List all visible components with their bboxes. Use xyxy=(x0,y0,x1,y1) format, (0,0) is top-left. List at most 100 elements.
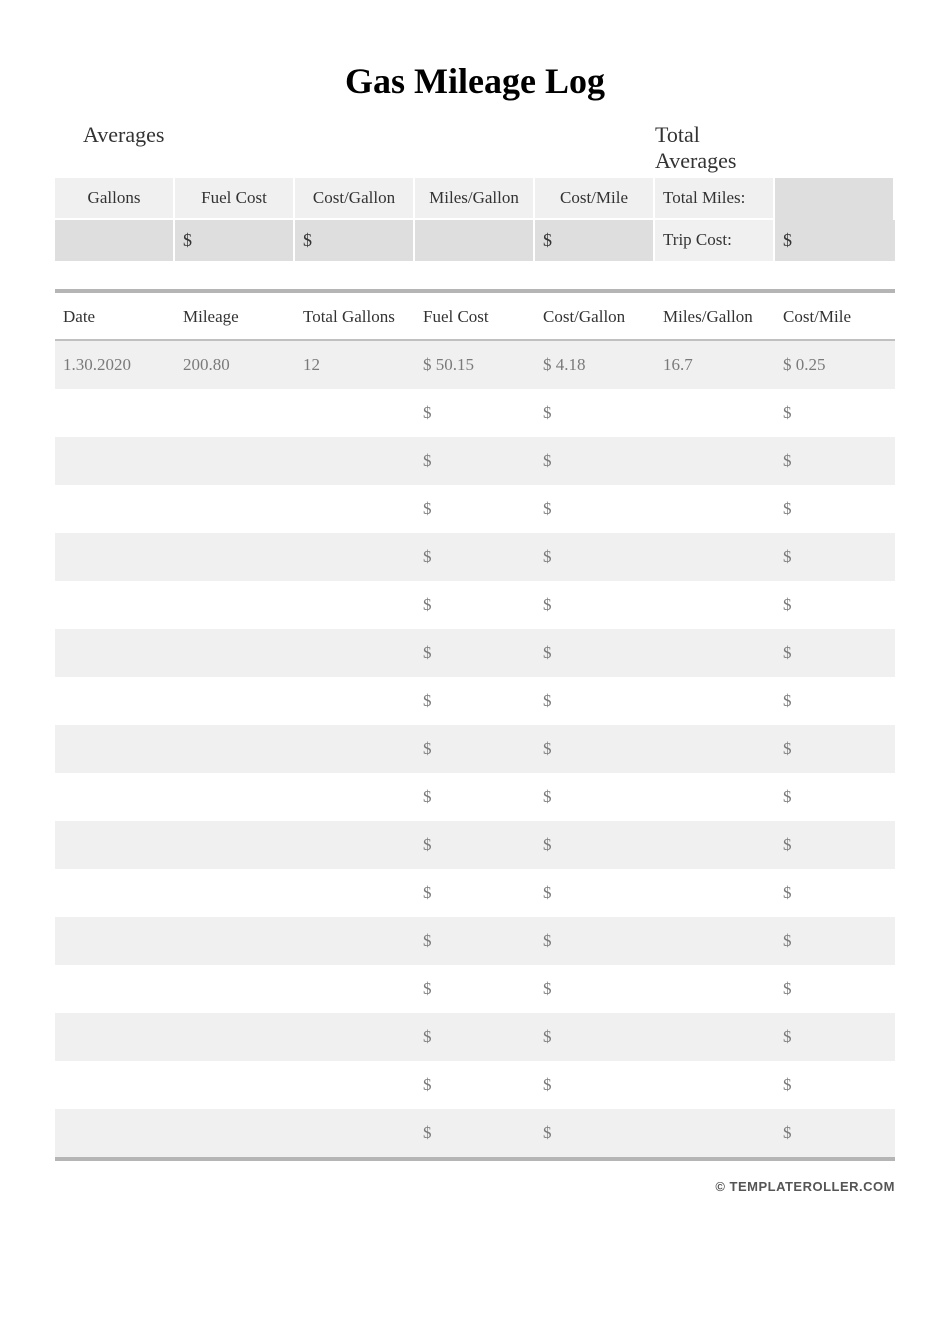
cell-fuel-cost: $ xyxy=(415,629,535,677)
cell-total-gallons xyxy=(295,917,415,965)
table-row: 1.30.2020200.8012$ 50.15$ 4.1816.7$ 0.25 xyxy=(55,341,895,389)
cell-cost-per-gallon: $ xyxy=(535,533,655,581)
cell-cost-per-mile: $ xyxy=(775,917,895,965)
cell-cost-per-gallon: $ xyxy=(535,1061,655,1109)
cell-date xyxy=(55,1061,175,1109)
avg-miles-per-gallon-value xyxy=(415,220,535,261)
table-row: $$$ xyxy=(55,917,895,965)
averages-table: Gallons Fuel Cost Cost/Gallon Miles/Gall… xyxy=(55,178,895,261)
main-table-header-row: Date Mileage Total Gallons Fuel Cost Cos… xyxy=(55,293,895,341)
cell-fuel-cost: $ 50.15 xyxy=(415,341,535,389)
cell-date xyxy=(55,869,175,917)
cell-date xyxy=(55,917,175,965)
avg-gallons-value xyxy=(55,220,175,261)
cell-cost-per-mile: $ xyxy=(775,965,895,1013)
avg-header-gallons: Gallons xyxy=(55,178,175,220)
cell-cost-per-mile: $ xyxy=(775,533,895,581)
avg-header-fuel-cost: Fuel Cost xyxy=(175,178,295,220)
averages-label: Averages xyxy=(55,122,175,174)
table-row: $$$ xyxy=(55,437,895,485)
cell-cost-per-mile: $ xyxy=(775,677,895,725)
cell-cost-per-gallon: $ xyxy=(535,821,655,869)
cell-date: 1.30.2020 xyxy=(55,341,175,389)
cell-date xyxy=(55,437,175,485)
cell-mileage xyxy=(175,1013,295,1061)
cell-cost-per-gallon: $ xyxy=(535,869,655,917)
cell-cost-per-mile: $ xyxy=(775,725,895,773)
cell-miles-per-gallon: 16.7 xyxy=(655,341,775,389)
cell-miles-per-gallon xyxy=(655,437,775,485)
cell-fuel-cost: $ xyxy=(415,1109,535,1157)
cell-total-gallons xyxy=(295,773,415,821)
cell-mileage xyxy=(175,725,295,773)
cell-miles-per-gallon xyxy=(655,1061,775,1109)
cell-cost-per-gallon: $ xyxy=(535,389,655,437)
table-row: $$$ xyxy=(55,389,895,437)
col-header-mileage: Mileage xyxy=(175,293,295,339)
cell-mileage xyxy=(175,1109,295,1157)
main-table: Date Mileage Total Gallons Fuel Cost Cos… xyxy=(55,289,895,1161)
cell-total-gallons xyxy=(295,725,415,773)
cell-miles-per-gallon xyxy=(655,485,775,533)
cell-cost-per-mile: $ xyxy=(775,773,895,821)
cell-date xyxy=(55,533,175,581)
cell-total-gallons xyxy=(295,1013,415,1061)
cell-cost-per-gallon: $ xyxy=(535,437,655,485)
cell-miles-per-gallon xyxy=(655,1013,775,1061)
cell-cost-per-mile: $ xyxy=(775,485,895,533)
cell-fuel-cost: $ xyxy=(415,773,535,821)
table-row: $$$ xyxy=(55,485,895,533)
cell-fuel-cost: $ xyxy=(415,485,535,533)
cell-cost-per-gallon: $ xyxy=(535,725,655,773)
cell-cost-per-mile: $ xyxy=(775,1109,895,1157)
cell-fuel-cost: $ xyxy=(415,869,535,917)
cell-date xyxy=(55,581,175,629)
cell-cost-per-gallon: $ xyxy=(535,773,655,821)
avg-header-cost-per-gallon: Cost/Gallon xyxy=(295,178,415,220)
cell-miles-per-gallon xyxy=(655,389,775,437)
cell-mileage xyxy=(175,917,295,965)
cell-mileage xyxy=(175,773,295,821)
col-header-miles-per-gallon: Miles/Gallon xyxy=(655,293,775,339)
cell-cost-per-mile: $ xyxy=(775,869,895,917)
cell-cost-per-mile: $ 0.25 xyxy=(775,341,895,389)
cell-date xyxy=(55,773,175,821)
cell-cost-per-mile: $ xyxy=(775,1013,895,1061)
avg-fuel-cost-value: $ xyxy=(175,220,295,261)
cell-mileage xyxy=(175,389,295,437)
cell-cost-per-mile: $ xyxy=(775,821,895,869)
cell-miles-per-gallon xyxy=(655,821,775,869)
cell-mileage xyxy=(175,485,295,533)
cell-mileage xyxy=(175,629,295,677)
table-row: $$$ xyxy=(55,821,895,869)
avg-header-miles-per-gallon: Miles/Gallon xyxy=(415,178,535,220)
cell-cost-per-gallon: $ xyxy=(535,1013,655,1061)
cell-date xyxy=(55,485,175,533)
cell-fuel-cost: $ xyxy=(415,389,535,437)
cell-total-gallons xyxy=(295,581,415,629)
cell-total-gallons xyxy=(295,1109,415,1157)
col-header-total-gallons: Total Gallons xyxy=(295,293,415,339)
cell-fuel-cost: $ xyxy=(415,437,535,485)
cell-fuel-cost: $ xyxy=(415,965,535,1013)
cell-total-gallons xyxy=(295,1061,415,1109)
total-miles-label: Total Miles: xyxy=(655,178,775,220)
cell-date xyxy=(55,389,175,437)
cell-cost-per-gallon: $ 4.18 xyxy=(535,341,655,389)
cell-total-gallons xyxy=(295,677,415,725)
cell-cost-per-mile: $ xyxy=(775,581,895,629)
cell-date xyxy=(55,965,175,1013)
cell-cost-per-mile: $ xyxy=(775,389,895,437)
col-header-cost-per-gallon: Cost/Gallon xyxy=(535,293,655,339)
cell-cost-per-gallon: $ xyxy=(535,965,655,1013)
table-row: $$$ xyxy=(55,1061,895,1109)
cell-date xyxy=(55,1013,175,1061)
col-header-fuel-cost: Fuel Cost xyxy=(415,293,535,339)
trip-cost-label: Trip Cost: xyxy=(655,220,775,261)
cell-total-gallons xyxy=(295,821,415,869)
cell-fuel-cost: $ xyxy=(415,725,535,773)
table-row: $$$ xyxy=(55,629,895,677)
cell-total-gallons xyxy=(295,485,415,533)
cell-cost-per-gallon: $ xyxy=(535,677,655,725)
cell-total-gallons xyxy=(295,437,415,485)
